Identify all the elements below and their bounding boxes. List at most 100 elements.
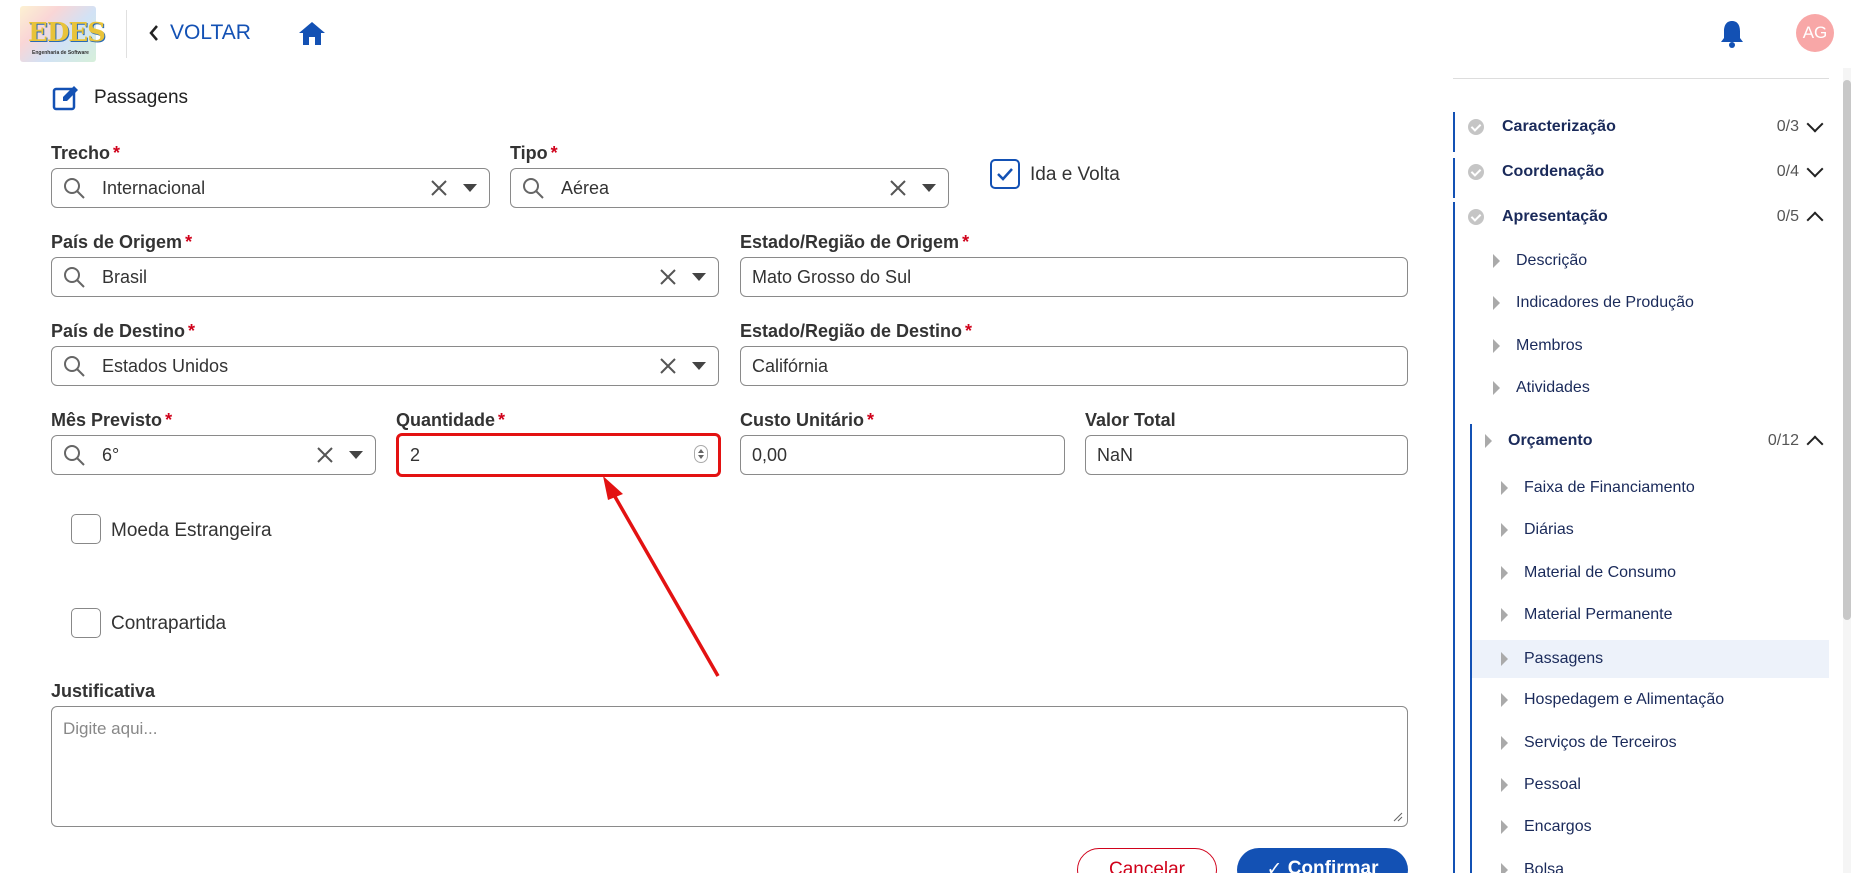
sidebar-item-membros[interactable]: Membros bbox=[1493, 327, 1829, 365]
chevron-down-icon bbox=[1806, 115, 1824, 133]
pais-destino-select[interactable]: Estados Unidos bbox=[51, 346, 719, 386]
user-avatar[interactable]: AG bbox=[1796, 14, 1834, 52]
sidebar-item-servicos-terceiros[interactable]: Serviços de Terceiros bbox=[1501, 724, 1829, 762]
check-circle-icon bbox=[1468, 119, 1484, 135]
caret-right-icon bbox=[1501, 523, 1508, 537]
contrapartida-label: Contrapartida bbox=[111, 613, 227, 634]
quantidade-label: Quantidade * bbox=[396, 410, 506, 430]
caret-right-icon bbox=[1493, 254, 1500, 268]
navigation-sidebar: Caracterização 0/3 Coordenação 0/4 Apres… bbox=[1453, 68, 1839, 873]
caret-down-icon[interactable] bbox=[692, 273, 706, 281]
quantidade-value: 2 bbox=[410, 444, 421, 465]
search-icon bbox=[64, 445, 85, 466]
search-icon bbox=[64, 356, 85, 377]
estado-origem-input[interactable]: Mato Grosso do Sul bbox=[740, 257, 1408, 297]
pais-origem-select[interactable]: Brasil bbox=[51, 257, 719, 297]
mes-select[interactable]: 6° bbox=[51, 435, 376, 475]
caret-right-icon bbox=[1493, 339, 1500, 353]
caret-right-icon bbox=[1501, 693, 1508, 707]
pais-origem-value: Brasil bbox=[102, 266, 148, 287]
sidebar-item-faixa[interactable]: Faixa de Financiamento bbox=[1501, 469, 1829, 507]
sidebar-item-descricao[interactable]: Descrição bbox=[1493, 242, 1829, 280]
estado-destino-value: Califórnia bbox=[752, 355, 829, 376]
mes-value: 6° bbox=[102, 444, 120, 465]
sidebar-item-diarias[interactable]: Diárias bbox=[1501, 511, 1829, 549]
chevron-left-icon bbox=[149, 25, 158, 41]
chevron-up-icon bbox=[1806, 435, 1824, 453]
sidebar-item-pessoal[interactable]: Pessoal bbox=[1501, 766, 1829, 804]
scrollbar-thumb[interactable] bbox=[1843, 80, 1851, 620]
estado-destino-label: Estado/Região de Destino * bbox=[740, 321, 973, 341]
back-label: VOLTAR bbox=[170, 21, 251, 44]
justificativa-textarea[interactable]: Digite aqui... bbox=[51, 706, 1408, 827]
moeda-estrangeira-checkbox[interactable] bbox=[71, 514, 101, 544]
caret-right-icon bbox=[1501, 652, 1508, 666]
bell-icon[interactable] bbox=[1718, 18, 1746, 48]
chevron-down-icon bbox=[1806, 160, 1824, 178]
ida-volta-label: Ida e Volta bbox=[1030, 164, 1120, 185]
sidebar-item-material-consumo[interactable]: Material de Consumo bbox=[1501, 554, 1829, 592]
sidebar-item-orcamento[interactable]: Orçamento 0/12 bbox=[1485, 421, 1829, 461]
tipo-select[interactable]: Aérea bbox=[510, 168, 949, 208]
caret-right-icon bbox=[1501, 736, 1508, 750]
close-icon[interactable] bbox=[658, 356, 678, 376]
caret-right-icon bbox=[1493, 381, 1500, 395]
sidebar-item-caracterizacao[interactable]: Caracterização 0/3 bbox=[1453, 107, 1829, 147]
pais-destino-value: Estados Unidos bbox=[102, 355, 229, 376]
back-button[interactable]: VOLTAR bbox=[148, 18, 251, 48]
sidebar-indicator bbox=[1453, 202, 1455, 873]
caret-right-icon bbox=[1501, 778, 1508, 792]
tipo-label: Tipo * bbox=[510, 143, 558, 163]
top-bar: EDES Engenharia de Software VOLTAR AG bbox=[0, 0, 1854, 68]
estado-origem-value: Mato Grosso do Sul bbox=[752, 266, 912, 287]
contrapartida-checkbox[interactable] bbox=[71, 608, 101, 638]
check-icon bbox=[997, 168, 1013, 181]
resize-handle-icon[interactable] bbox=[1393, 812, 1403, 822]
pais-destino-label: País de Destino * bbox=[51, 321, 196, 341]
chevron-up-icon bbox=[1806, 211, 1824, 229]
caret-right-icon bbox=[1485, 434, 1492, 448]
section-title: Passagens bbox=[94, 87, 189, 108]
caret-right-icon bbox=[1501, 820, 1508, 834]
sidebar-item-indicadores[interactable]: Indicadores de Produção bbox=[1493, 284, 1829, 322]
close-icon[interactable] bbox=[658, 267, 678, 287]
sidebar-item-encargos[interactable]: Encargos bbox=[1501, 808, 1829, 846]
check-icon: ✓ bbox=[1266, 859, 1288, 873]
custo-value: 0,00 bbox=[752, 444, 788, 465]
check-circle-icon bbox=[1468, 209, 1484, 225]
sidebar-item-coordenacao[interactable]: Coordenação 0/4 bbox=[1453, 152, 1829, 192]
home-icon[interactable] bbox=[298, 20, 326, 46]
sidebar-item-apresentacao[interactable]: Apresentação 0/5 bbox=[1453, 197, 1829, 237]
confirm-label: Confirmar bbox=[1287, 858, 1379, 873]
sidebar-item-atividades[interactable]: Atividades bbox=[1493, 369, 1829, 407]
sidebar-item-bolsa[interactable]: Bolsa bbox=[1501, 851, 1829, 873]
trecho-select[interactable]: Internacional bbox=[51, 168, 490, 208]
close-icon[interactable] bbox=[429, 178, 449, 198]
caret-right-icon bbox=[1501, 608, 1508, 622]
caret-down-icon[interactable] bbox=[463, 184, 477, 192]
number-stepper[interactable] bbox=[694, 445, 708, 463]
quantidade-input[interactable]: 2 bbox=[396, 433, 721, 477]
confirm-button[interactable]: ✓ Confirmar bbox=[1237, 848, 1408, 873]
valor-total-value: NaN bbox=[1097, 444, 1134, 465]
cancel-button[interactable]: Cancelar bbox=[1077, 848, 1217, 873]
app-logo[interactable]: EDES Engenharia de Software bbox=[20, 6, 106, 62]
edit-icon bbox=[52, 86, 78, 111]
justificativa-label: Justificativa bbox=[51, 681, 156, 701]
moeda-estrangeira-label: Moeda Estrangeira bbox=[111, 520, 272, 541]
close-icon[interactable] bbox=[315, 445, 335, 465]
section-header: Passagens bbox=[52, 84, 188, 112]
sidebar-item-hospedagem[interactable]: Hospedagem e Alimentação bbox=[1501, 681, 1829, 719]
estado-destino-input[interactable]: Califórnia bbox=[740, 346, 1408, 386]
caret-down-icon[interactable] bbox=[349, 451, 363, 459]
sidebar-item-passagens[interactable]: Passagens bbox=[1472, 640, 1829, 678]
caret-down-icon[interactable] bbox=[692, 362, 706, 370]
justificativa-placeholder: Digite aqui... bbox=[63, 719, 158, 738]
sidebar-divider bbox=[1453, 78, 1829, 79]
tipo-value: Aérea bbox=[561, 177, 610, 198]
sidebar-item-material-permanente[interactable]: Material Permanente bbox=[1501, 596, 1829, 634]
ida-volta-checkbox[interactable] bbox=[990, 159, 1020, 189]
caret-down-icon[interactable] bbox=[922, 184, 936, 192]
custo-input[interactable]: 0,00 bbox=[740, 435, 1065, 475]
close-icon[interactable] bbox=[888, 178, 908, 198]
